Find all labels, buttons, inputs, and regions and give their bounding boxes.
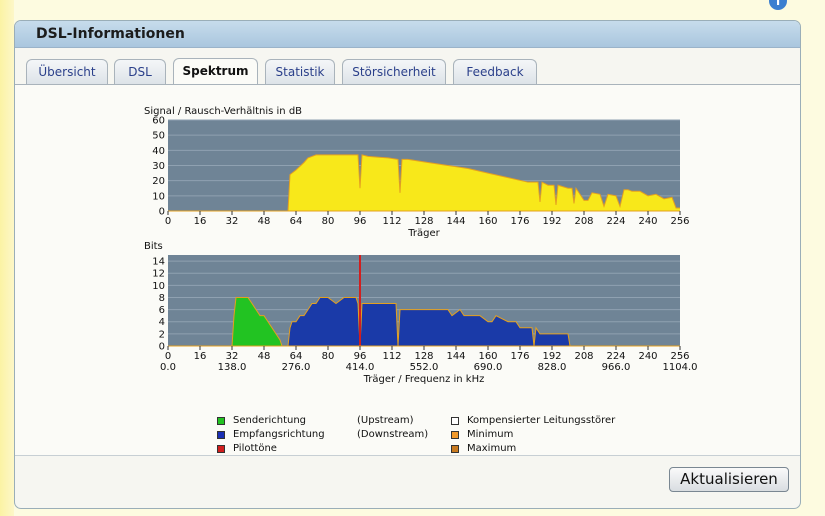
chart-1-freq-label: 276.0 — [282, 362, 311, 373]
legend-pilot-label: Pilottöne — [233, 443, 277, 454]
chart-1-xtick-label: 240 — [638, 351, 657, 362]
dsl-info-panel: DSL-Informationen Übersicht DSL Spektrum… — [14, 20, 801, 509]
chart-0-ytick-label: 20 — [152, 176, 165, 187]
chart-1-freq-label: 414.0 — [346, 362, 375, 373]
chart-1-freq-label: 690.0 — [474, 362, 503, 373]
chart-0-xtick-label: 80 — [322, 216, 335, 227]
legend-minimum-label: Minimum — [467, 429, 514, 440]
chart-0-xtick-label: 224 — [606, 216, 625, 227]
chart-1-ytick-label: 14 — [152, 257, 165, 268]
chart-1-ytick-label: 6 — [159, 305, 165, 316]
help-icon[interactable]: i — [769, 0, 787, 10]
refresh-button[interactable]: Aktualisieren — [669, 467, 789, 492]
legend-upstream-hint: (Upstream) — [357, 415, 414, 426]
legend-maximum-label: Maximum — [467, 443, 517, 454]
chart-1-xtick-label: 192 — [542, 351, 561, 362]
page-background — [0, 0, 14, 516]
spectrum-charts: Signal / Rausch-Verhältnis in dB01020304… — [144, 106, 698, 385]
chart-0-xtick-label: 96 — [354, 216, 367, 227]
chart-1-ylabel: Bits — [144, 241, 163, 252]
legend-swatch-minimum — [451, 431, 459, 439]
tab-feedback[interactable]: Feedback — [453, 59, 537, 84]
footer-divider — [15, 455, 800, 456]
chart-1-xtick-label: 16 — [194, 351, 207, 362]
chart-0-xtick-label: 160 — [478, 216, 497, 227]
chart-0-ytick-label: 60 — [152, 116, 165, 127]
chart-0-xtick-label: 144 — [446, 216, 465, 227]
chart-1-ytick-label: 2 — [159, 329, 165, 340]
chart-1-xtick-label: 0 — [165, 351, 171, 362]
chart-1-xtick-label: 256 — [670, 351, 689, 362]
chart-1-ytick-label: 8 — [159, 293, 165, 304]
chart-1-xtick-label: 224 — [606, 351, 625, 362]
chart-0-ytick-label: 10 — [152, 191, 165, 202]
chart-1-xtick-label: 208 — [574, 351, 593, 362]
chart-0-ytick-label: 30 — [152, 161, 165, 172]
chart-0-xtick-label: 112 — [382, 216, 401, 227]
chart-1-xtick-label: 64 — [290, 351, 303, 362]
chart-1-xtick-label: 80 — [322, 351, 335, 362]
chart-0-ylabel: Signal / Rausch-Verhältnis in dB — [144, 106, 302, 117]
chart-1-xtick-label: 112 — [382, 351, 401, 362]
chart-1-freq-label: 1104.0 — [663, 362, 698, 373]
panel-title: DSL-Informationen — [36, 26, 185, 42]
chart-0-ytick-label: 50 — [152, 131, 165, 142]
tab-statistik[interactable]: Statistik — [265, 59, 335, 84]
chart-1-freq-label: 828.0 — [538, 362, 567, 373]
chart-0-ytick-label: 40 — [152, 146, 165, 157]
chart-1-ytick-label: 10 — [152, 281, 165, 292]
chart-0-xtick-label: 192 — [542, 216, 561, 227]
legend-swatch-noise — [451, 417, 459, 425]
legend-swatch-downstream — [217, 431, 225, 439]
chart-1-freq-label: 552.0 — [410, 362, 439, 373]
tab-uebersicht[interactable]: Übersicht — [26, 59, 108, 84]
chart-0-xtick-label: 240 — [638, 216, 657, 227]
chart-1-xtick-label: 176 — [510, 351, 529, 362]
chart-1-xtick-label: 160 — [478, 351, 497, 362]
tab-stoersicherheit[interactable]: Störsicherheit — [342, 59, 446, 84]
chart-0-xlabel: Träger — [407, 228, 440, 239]
legend-swatch-pilot — [217, 445, 225, 453]
chart-1-freq-label: 138.0 — [218, 362, 247, 373]
chart-1-ytick-label: 4 — [159, 317, 165, 328]
chart-0-xtick-label: 128 — [414, 216, 433, 227]
chart-0-xtick-label: 64 — [290, 216, 303, 227]
chart-0-xtick-label: 16 — [194, 216, 207, 227]
chart-1-xtick-label: 128 — [414, 351, 433, 362]
chart-1-xlabel: Träger / Frequenz in kHz — [363, 374, 485, 385]
chart-1-freq-label: 0.0 — [160, 362, 176, 373]
chart-0-xtick-label: 0 — [165, 216, 171, 227]
chart-1-freq-label: 966.0 — [602, 362, 631, 373]
legend-swatch-maximum — [451, 445, 459, 453]
chart-1-xtick-label: 32 — [226, 351, 239, 362]
chart-0-xtick-label: 208 — [574, 216, 593, 227]
legend-swatch-upstream — [217, 417, 225, 425]
chart-0-xtick-label: 32 — [226, 216, 239, 227]
chart-1-ytick-label: 12 — [152, 269, 165, 280]
chart-1-xtick-label: 144 — [446, 351, 465, 362]
legend-noise-label: Kompensierter Leitungsstörer — [467, 415, 616, 426]
chart-0-xtick-label: 256 — [670, 216, 689, 227]
chart-0-xtick-label: 176 — [510, 216, 529, 227]
tab-dsl[interactable]: DSL — [114, 59, 166, 84]
chart-1-xtick-label: 48 — [258, 351, 271, 362]
legend-upstream-label: Senderichtung — [233, 415, 307, 426]
legend-downstream-hint: (Downstream) — [357, 429, 429, 440]
chart-1-xtick-label: 96 — [354, 351, 367, 362]
legend-downstream-label: Empfangsrichtung — [233, 429, 325, 440]
panel-header: DSL-Informationen — [15, 21, 800, 48]
chart-0-xtick-label: 48 — [258, 216, 271, 227]
tab-spektrum[interactable]: Spektrum — [173, 58, 258, 85]
